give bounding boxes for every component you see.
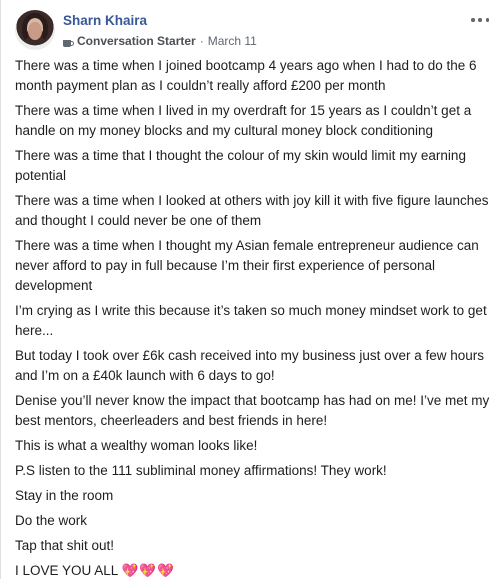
post-paragraph: There was a time when I thought my Asian… <box>15 238 479 293</box>
post-paragraph: But today I took over £6k cash received … <box>15 348 484 383</box>
post-paragraph: P.S listen to the 111 subliminal money a… <box>15 463 387 478</box>
post-paragraph: There was a time when I looked at others… <box>15 193 489 228</box>
hearts-icon: 💖💖💖 <box>121 563 176 578</box>
post-paragraph: Tap that shit out! <box>15 538 115 553</box>
post-paragraph: I’m crying as I write this because it’s … <box>15 303 487 338</box>
post-date[interactable]: March 11 <box>208 34 257 48</box>
post-paragraph: Stay in the room <box>15 488 114 503</box>
post-paragraph: This is what a wealthy woman looks like! <box>15 438 258 453</box>
closing-line: I LOVE YOU ALL 💖💖💖 <box>15 561 493 581</box>
dot-icon <box>485 18 489 22</box>
more-options-icon[interactable] <box>471 16 489 24</box>
dot-icon <box>478 18 482 22</box>
post-header: Sharn Khaira Conversation Starter · Marc… <box>15 10 495 52</box>
post-paragraph: Denise you’ll never know the impact that… <box>15 393 490 428</box>
dot-icon <box>471 18 475 22</box>
author-name[interactable]: Sharn Khaira <box>63 13 147 28</box>
post-meta: Conversation Starter · March 11 <box>63 34 257 48</box>
post-paragraph: There was a time when I joined bootcamp … <box>15 58 477 93</box>
meta-separator: · <box>199 34 204 48</box>
closing-text: I LOVE YOU ALL <box>15 563 118 578</box>
post-card: Sharn Khaira Conversation Starter · Marc… <box>0 0 502 579</box>
coffee-cup-icon <box>63 36 74 47</box>
avatar[interactable] <box>15 10 55 50</box>
avatar-face <box>28 22 42 40</box>
conversation-starter-badge: Conversation Starter <box>77 34 196 48</box>
post-body: There was a time when I joined bootcamp … <box>15 56 493 586</box>
post-paragraph: There was a time that I thought the colo… <box>15 148 466 183</box>
post-paragraph: There was a time when I lived in my over… <box>15 103 472 138</box>
post-paragraph: Do the work <box>15 513 88 528</box>
